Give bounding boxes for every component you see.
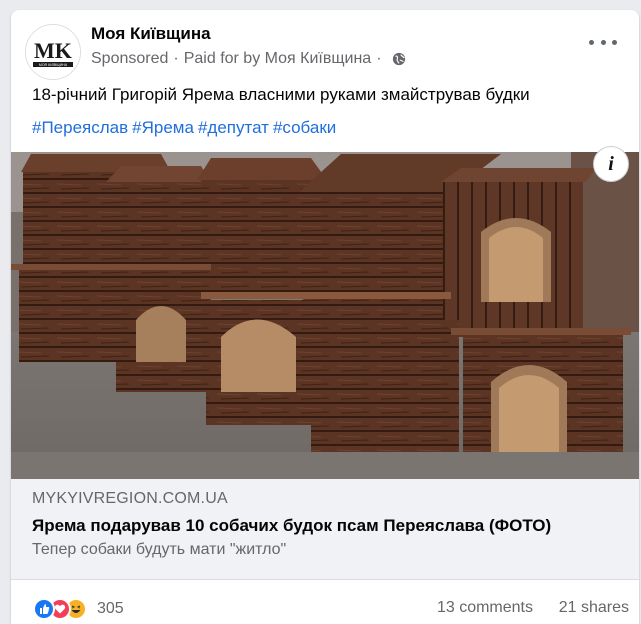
globe-icon [392, 52, 405, 66]
more-dot [589, 39, 594, 45]
svg-text:MK: MK [34, 38, 72, 63]
sponsored-label[interactable]: Sponsored [91, 50, 168, 68]
sponsored-post-card: MK МОЯ КИЇВЩИНА Моя Київщина Sponsored ·… [11, 10, 639, 624]
reactions-summary[interactable]: 305 [33, 597, 124, 621]
reaction-count: 305 [97, 600, 124, 617]
comments-count-link[interactable]: 13 comments [437, 599, 533, 617]
more-dot [600, 39, 606, 45]
page-avatar[interactable]: MK МОЯ КИЇВЩИНА [25, 24, 81, 80]
page-name-link[interactable]: Моя Київщина [91, 24, 211, 44]
post-meta: Sponsored · Paid for by Моя Київщина · [91, 50, 406, 68]
hashtag-link[interactable]: #собаки [273, 118, 336, 137]
hashtag-link[interactable]: #депутат [198, 118, 269, 137]
ad-info-button[interactable]: i [593, 146, 629, 182]
link-domain: MYKYIVREGION.COM.UA [32, 490, 228, 507]
hashtag-link[interactable]: #Переяслав [32, 118, 128, 137]
meta-separator: · [173, 50, 179, 67]
hashtag-link[interactable]: #Ярема [132, 118, 194, 137]
meta-separator: · [376, 50, 382, 67]
more-dot [612, 39, 617, 45]
link-description: Тепер собаки будуть мати "житло" [32, 541, 287, 558]
like-icon [33, 598, 55, 620]
more-options-button[interactable] [589, 32, 617, 52]
link-preview[interactable]: MYKYIVREGION.COM.UA Ярема подарував 10 с… [11, 479, 639, 580]
page-logo-icon: MK МОЯ КИЇВЩИНА [26, 25, 80, 79]
post-footer: 305 13 comments 21 shares [11, 580, 639, 624]
post-header: MK МОЯ КИЇВЩИНА Моя Київщина Sponsored ·… [11, 10, 639, 86]
hashtag-list: #Переяслав #Ярема #депутат #собаки [32, 118, 340, 138]
dog-houses-image [11, 152, 639, 479]
paid-for-label[interactable]: Paid for by Моя Київщина [184, 50, 371, 68]
shares-count-link[interactable]: 21 shares [559, 599, 629, 617]
post-text: 18-річний Григорій Ярема власними руками… [32, 85, 530, 104]
svg-text:МОЯ КИЇВЩИНА: МОЯ КИЇВЩИНА [39, 63, 68, 67]
link-title: Ярема подарував 10 собачих будок псам Пе… [32, 516, 552, 535]
post-photo[interactable] [11, 152, 639, 479]
